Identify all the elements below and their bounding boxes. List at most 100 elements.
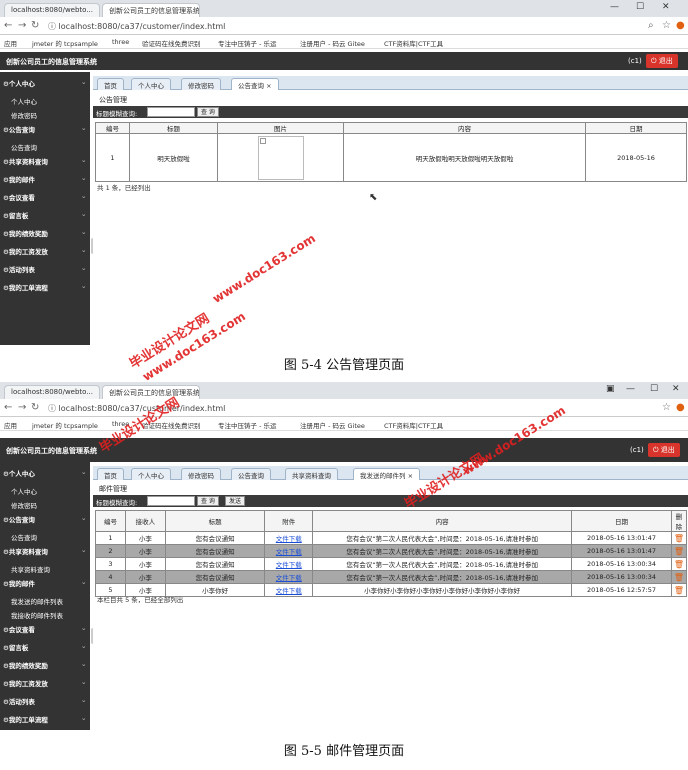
bookmark-item[interactable]: three — [112, 38, 129, 46]
sidebar-group[interactable]: ⚙我的工资发放 ⌄ — [3, 246, 86, 256]
column-header[interactable]: 标题 — [129, 122, 218, 134]
column-header[interactable]: 日期 — [585, 122, 687, 134]
browser-tab-active[interactable]: 创新公司员工的信息管理系统 × — [102, 385, 200, 399]
sidebar-item[interactable]: 修改密码 — [11, 500, 37, 510]
trash-icon[interactable]: 🗑 — [674, 586, 684, 595]
sidebar-group[interactable]: ⚙个人中心 ⌄ — [3, 78, 86, 88]
column-header[interactable]: 附件 — [264, 510, 314, 532]
browser-tab-active[interactable]: 创新公司员工的信息管理系统 × — [102, 3, 200, 17]
sidebar-item[interactable]: 公告查询 — [11, 532, 37, 542]
sidebar-group[interactable]: ⚙我的绩效奖励 ⌄ — [3, 228, 86, 238]
column-header[interactable]: 接收人 — [124, 510, 166, 532]
sidebar-group[interactable]: ⚙活动列表 ⌄ — [3, 696, 86, 706]
title-search-input[interactable] — [147, 496, 195, 506]
file-download-link[interactable]: 文件下载 — [276, 574, 302, 582]
bookmark-item[interactable]: 专注中压铸子 - 乐运 — [218, 38, 276, 48]
back-icon[interactable]: ← — [4, 402, 12, 413]
send-button[interactable]: 发送 — [225, 496, 246, 506]
sidebar-item[interactable]: 共享资料查询 — [11, 564, 50, 574]
sidebar-group[interactable]: ⚙我的工资发放 ⌄ — [3, 678, 86, 688]
minimize-icon[interactable]: — — [626, 384, 635, 394]
sidebar-group[interactable]: ⚙会议查看 ⌄ — [3, 624, 86, 634]
column-header[interactable]: 删除 — [670, 510, 688, 532]
zoom-icon[interactable]: ⌕ — [648, 20, 654, 31]
column-header[interactable]: 标题 — [164, 510, 266, 532]
url-input[interactable]: ⓘ localhost:8080/ca37/customer/index.htm… — [44, 19, 648, 33]
sidebar-group[interactable]: ⚙公告查询 ⌄ — [3, 124, 86, 134]
browser-tab[interactable]: localhost:8080/webto... — [4, 385, 100, 399]
maximize-icon[interactable]: ☐ — [636, 2, 644, 12]
sidebar-group[interactable]: ⚙共享资料查询 ⌄ — [3, 156, 86, 166]
trash-icon[interactable]: 🗑 — [674, 547, 684, 556]
column-header[interactable]: 内容 — [312, 510, 573, 532]
close-tab-icon[interactable]: × — [408, 472, 413, 480]
bookmark-item[interactable]: 注册用户 - 码云 Gitee — [300, 420, 365, 430]
file-download-link[interactable]: 文件下载 — [276, 535, 302, 543]
browser-tab[interactable]: localhost:8080/webto... — [4, 3, 100, 17]
search-button[interactable]: 查 询 — [197, 107, 219, 117]
bookmark-item[interactable]: 应用 — [4, 420, 17, 430]
bookmark-item[interactable]: jmeter 的 tcpsample — [32, 420, 98, 430]
content-tab[interactable]: 我发送的邮件列 × — [353, 468, 421, 480]
content-tab[interactable]: 个人中心 — [131, 78, 171, 90]
file-download-link[interactable]: 文件下载 — [276, 587, 302, 595]
sidebar-group[interactable]: ⚙我的邮件 ⌄ — [3, 174, 86, 184]
close-icon[interactable]: ✕ — [672, 384, 680, 394]
bookmark-item[interactable]: 验证码在线免费识别 — [142, 38, 201, 48]
sidebar-item[interactable]: 我发送的邮件列表 — [11, 596, 63, 606]
sidebar-item[interactable]: 我接收的邮件列表 — [11, 610, 63, 620]
maximize-icon[interactable]: ☐ — [650, 384, 658, 394]
reload-icon[interactable]: ↻ — [31, 20, 39, 31]
sidebar-group[interactable]: ⚙我的工单流程 ⌄ — [3, 714, 86, 724]
sidebar-group[interactable]: ⚙我的邮件 ⌄ — [3, 578, 86, 588]
back-icon[interactable]: ← — [4, 20, 12, 31]
trash-icon[interactable]: 🗑 — [674, 534, 684, 543]
minimize-icon[interactable]: — — [610, 2, 619, 12]
file-download-link[interactable]: 文件下载 — [276, 548, 302, 556]
column-header[interactable]: 日期 — [571, 510, 672, 532]
content-tab[interactable]: 共享资料查询 — [285, 468, 338, 480]
column-header[interactable]: 编号 — [95, 510, 126, 532]
trash-icon[interactable]: 🗑 — [674, 573, 684, 582]
sidebar-group[interactable]: ⚙会议查看 ⌄ — [3, 192, 86, 202]
content-tab[interactable]: 个人中心 — [131, 468, 171, 480]
forward-icon[interactable]: → — [18, 20, 26, 31]
reload-icon[interactable]: ↻ — [31, 402, 39, 413]
logout-button[interactable]: ⏻ 退出 — [648, 443, 680, 457]
bookmark-item[interactable]: CTF资料库|CTF工具 — [384, 38, 443, 48]
sidebar-group[interactable]: ⚙个人中心 ⌄ — [3, 468, 86, 478]
content-tab[interactable]: 公告查询 — [231, 468, 271, 480]
account-icon[interactable]: ▣ — [606, 384, 615, 394]
extension-icon[interactable]: ● — [676, 402, 685, 413]
extension-icon[interactable]: ● — [676, 20, 685, 31]
sidebar-item[interactable]: 个人中心 — [11, 96, 37, 106]
sidebar-group[interactable]: ⚙活动列表 ⌄ — [3, 264, 86, 274]
sidebar-group[interactable]: ⚙共享资料查询 ⌄ — [3, 546, 86, 556]
content-tab[interactable]: 公告查询 × — [231, 78, 279, 90]
column-header[interactable]: 编号 — [95, 122, 130, 134]
trash-icon[interactable]: 🗑 — [674, 560, 684, 569]
sidebar-group[interactable]: ⚙留言板 ⌄ — [3, 210, 86, 220]
sidebar-group[interactable]: ⚙公告查询 ⌄ — [3, 514, 86, 524]
star-icon[interactable]: ☆ — [662, 20, 671, 31]
bookmark-item[interactable]: jmeter 的 tcpsample — [32, 38, 98, 48]
close-tab-icon[interactable]: × — [266, 82, 271, 90]
content-tab[interactable]: 修改密码 — [181, 78, 221, 90]
sidebar-group[interactable]: ⚙留言板 ⌄ — [3, 642, 86, 652]
file-download-link[interactable]: 文件下载 — [276, 561, 302, 569]
content-tab[interactable]: 首页 — [97, 78, 124, 90]
column-header[interactable]: 图片 — [217, 122, 344, 134]
content-tab[interactable]: 首页 — [97, 468, 124, 480]
sidebar-item[interactable]: 个人中心 — [11, 486, 37, 496]
column-header[interactable]: 内容 — [343, 122, 586, 134]
bookmark-item[interactable]: CTF资料库|CTF工具 — [384, 420, 443, 430]
sidebar-item[interactable]: 修改密码 — [11, 110, 37, 120]
bookmark-item[interactable]: 专注中压铸子 - 乐运 — [218, 420, 276, 430]
bookmark-item[interactable]: 注册用户 - 码云 Gitee — [300, 38, 365, 48]
sidebar-group[interactable]: ⚙我的绩效奖励 ⌄ — [3, 660, 86, 670]
forward-icon[interactable]: → — [18, 402, 26, 413]
search-button[interactable]: 查 询 — [197, 496, 219, 506]
content-tab[interactable]: 修改密码 — [181, 468, 221, 480]
bookmark-item[interactable]: 应用 — [4, 38, 17, 48]
sidebar-group[interactable]: ⚙我的工单流程 ⌄ — [3, 282, 86, 292]
